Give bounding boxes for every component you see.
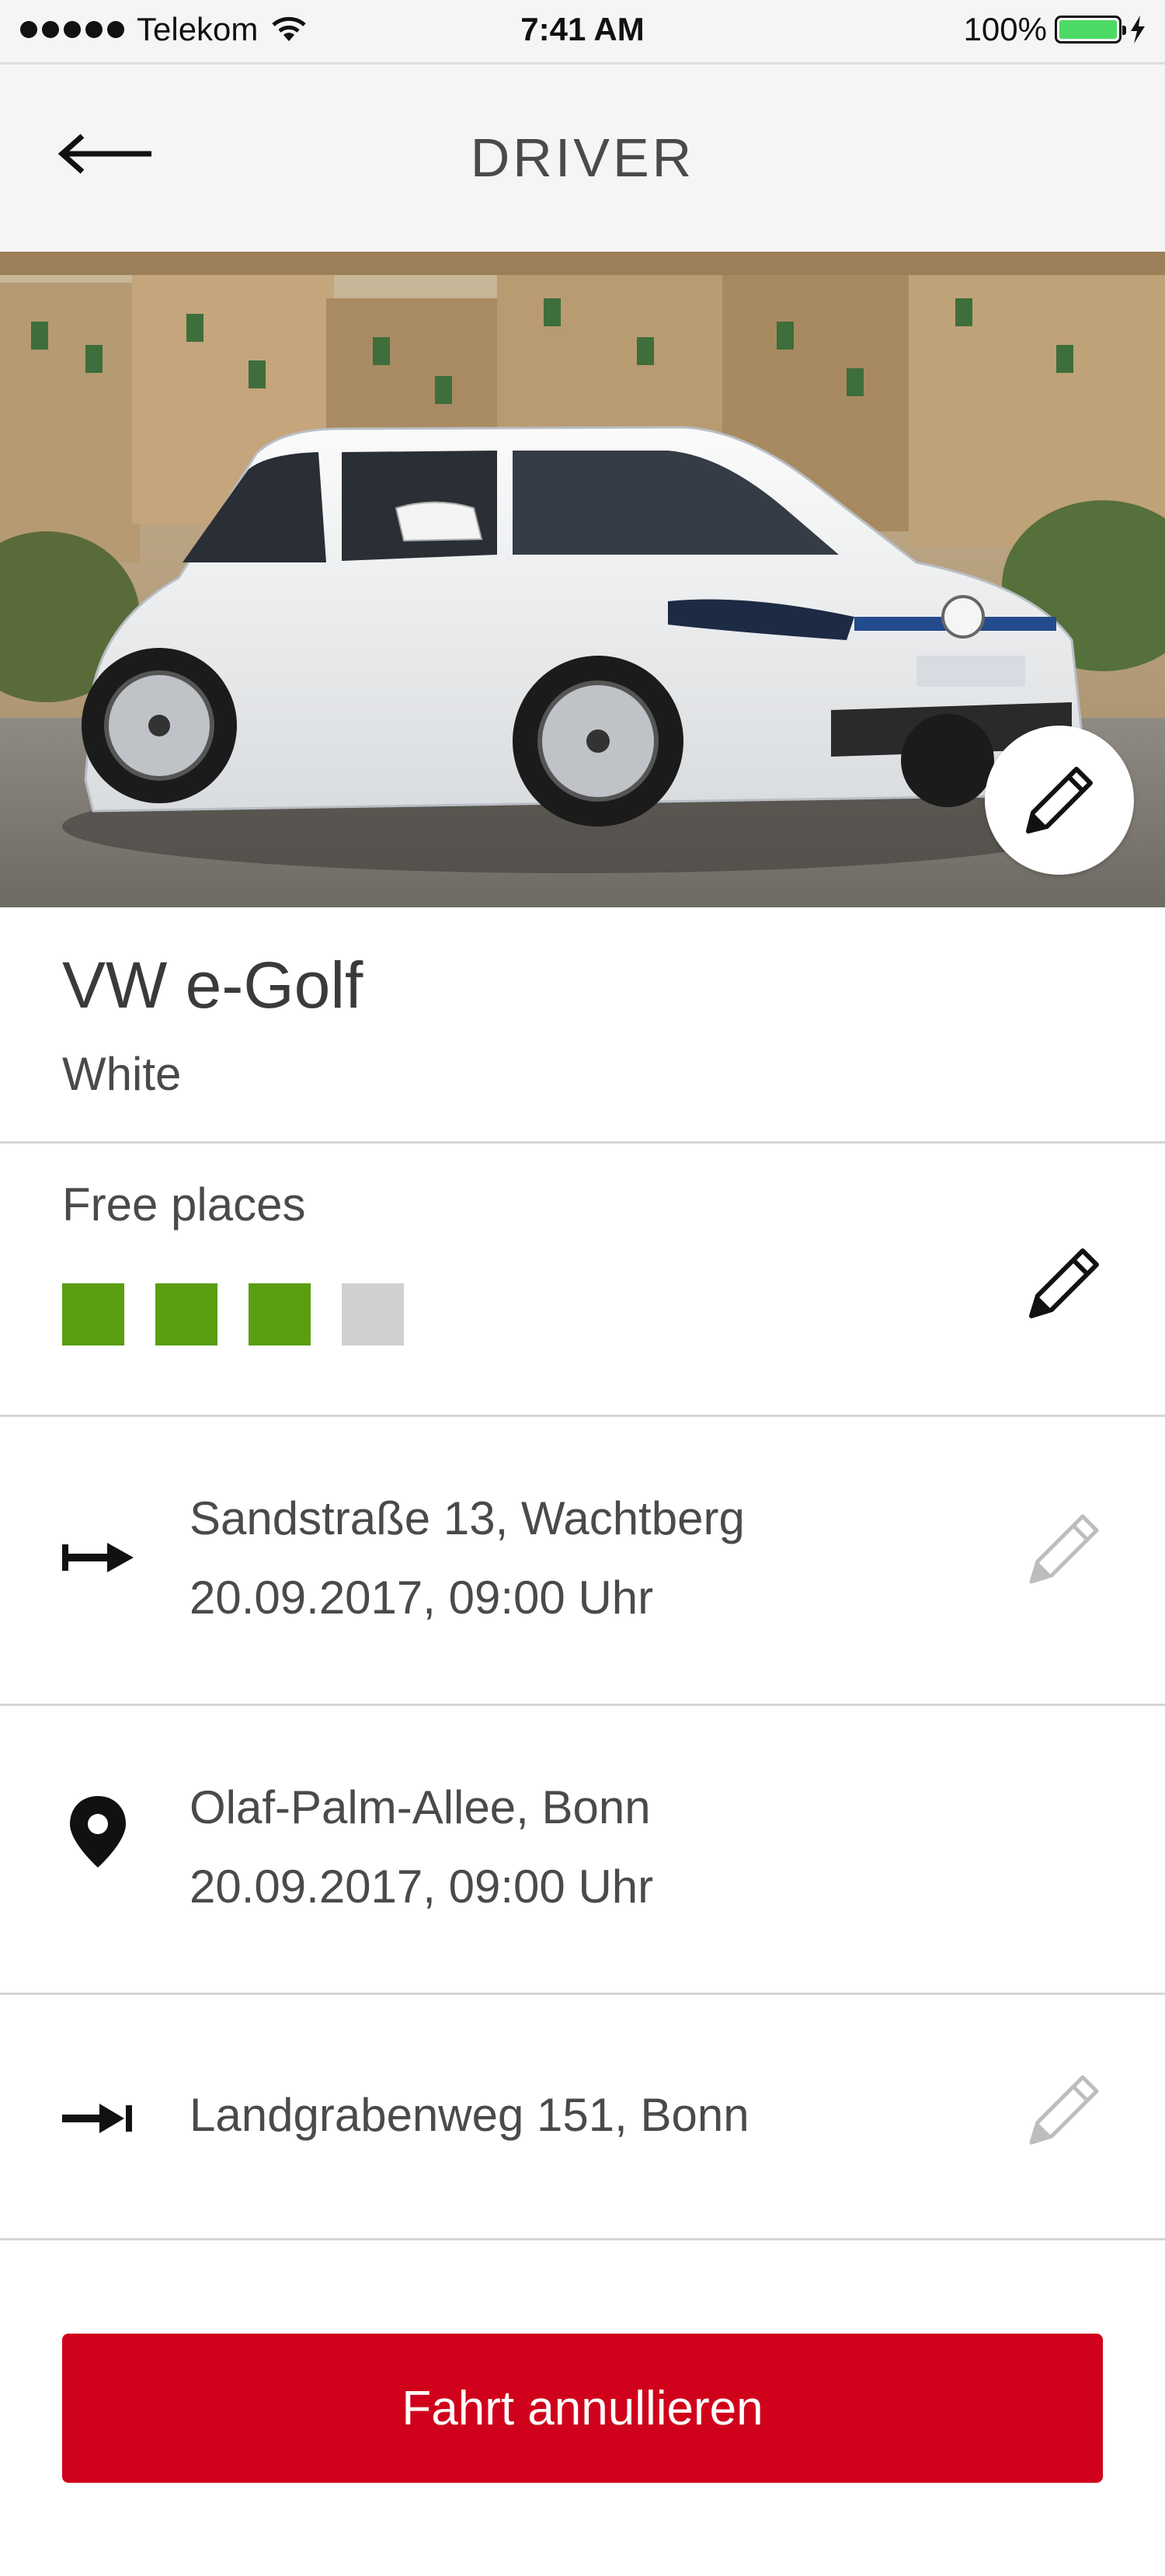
status-right: 100% <box>964 11 1146 48</box>
seat-indicators <box>62 1283 404 1345</box>
car-info: VW e-Golf White <box>0 907 1165 1144</box>
stop-address: Olaf-Palm-Allee, Bonn <box>190 1781 651 1833</box>
route-destination-row: Landgrabenweg 151, Bonn <box>0 1995 1165 2240</box>
battery-level-fill <box>1059 20 1117 39</box>
start-address: Sandstraße 13, Wachtberg <box>190 1492 745 1544</box>
edit-destination-button[interactable] <box>1025 2071 1103 2149</box>
free-places-label: Free places <box>62 1178 306 1231</box>
free-places-section: Free places <box>0 1144 1165 1417</box>
seat-free <box>155 1283 217 1345</box>
edit-photo-button[interactable] <box>985 726 1134 875</box>
pencil-icon <box>1029 1248 1099 1318</box>
pencil-icon <box>1029 1514 1099 1584</box>
seat-free <box>249 1283 311 1345</box>
stop-datetime: 20.09.2017, 09:00 Uhr <box>190 1861 654 1913</box>
route-start-row: Sandstraße 13, Wachtberg 20.09.2017, 09:… <box>0 1417 1165 1706</box>
start-arrow-icon <box>59 1518 137 1596</box>
location-pin-icon <box>59 1793 137 1871</box>
nav-bar: DRIVER <box>0 62 1165 252</box>
car-name: VW e-Golf <box>62 949 363 1022</box>
status-bar: Telekom 7:41 AM 100% <box>0 0 1165 62</box>
seat-taken <box>342 1283 404 1345</box>
end-arrow-icon <box>59 2079 137 2157</box>
edit-start-button[interactable] <box>1025 1510 1103 1588</box>
route-stop-row: Olaf-Palm-Allee, Bonn 20.09.2017, 09:00 … <box>0 1706 1165 1995</box>
seat-free <box>62 1283 124 1345</box>
pencil-icon <box>1026 767 1093 834</box>
pencil-icon <box>1029 2075 1099 2145</box>
charging-bolt-icon <box>1131 16 1145 44</box>
page-title: DRIVER <box>470 127 695 188</box>
car-color: White <box>62 1048 182 1100</box>
destination-address: Landgrabenweg 151, Bonn <box>190 2089 749 2141</box>
battery-icon <box>1055 16 1126 44</box>
cancel-ride-button[interactable]: Fahrt annullieren <box>62 2334 1103 2483</box>
start-datetime: 20.09.2017, 09:00 Uhr <box>190 1572 654 1624</box>
battery-percent: 100% <box>963 11 1047 47</box>
edit-free-places-button[interactable] <box>1025 1244 1103 1322</box>
